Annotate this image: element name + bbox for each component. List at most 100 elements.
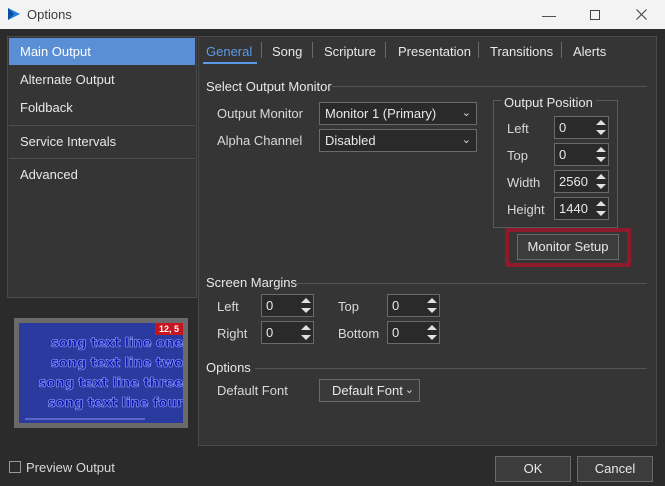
arrow-down-icon — [596, 130, 606, 135]
position-height-label: Height — [507, 202, 545, 217]
arrow-down-icon — [427, 335, 437, 340]
margin-top-spinbox[interactable]: 0 — [387, 294, 440, 317]
tab-divider — [385, 42, 386, 58]
position-left-label: Left — [507, 121, 529, 136]
nav-item-service-intervals[interactable]: Service Intervals — [9, 128, 195, 155]
nav-item-advanced[interactable]: Advanced — [9, 161, 195, 188]
position-left-spinbox[interactable]: 0 — [554, 116, 609, 139]
output-monitor-label: Output Monitor — [217, 106, 303, 121]
arrow-up-icon — [596, 147, 606, 152]
tab-alerts[interactable]: Alerts — [573, 44, 606, 62]
alpha-channel-select[interactable]: Disabled ⌄ — [319, 129, 477, 152]
arrow-down-icon — [596, 184, 606, 189]
minimize-icon: — — [542, 6, 556, 23]
spin-arrows[interactable] — [594, 199, 607, 218]
margin-left-spinbox[interactable]: 0 — [261, 294, 314, 317]
position-height-value: 1440 — [559, 201, 588, 216]
spin-arrows[interactable] — [594, 172, 607, 191]
margin-bottom-value: 0 — [392, 325, 400, 340]
margin-left-value: 0 — [266, 298, 274, 313]
section-divider — [255, 368, 647, 369]
default-font-label: Default Font — [217, 383, 288, 398]
arrow-up-icon — [596, 120, 606, 125]
section-divider — [332, 86, 647, 87]
position-width-value: 2560 — [559, 174, 588, 189]
arrow-down-icon — [596, 157, 606, 162]
position-height-spinbox[interactable]: 1440 — [554, 197, 609, 220]
spin-arrows[interactable] — [594, 145, 607, 164]
maximize-icon — [590, 9, 600, 20]
tab-divider — [312, 42, 313, 58]
position-width-spinbox[interactable]: 2560 — [554, 170, 609, 193]
tab-scripture[interactable]: Scripture — [324, 44, 376, 62]
margin-right-value: 0 — [266, 325, 274, 340]
nav-item-main-output[interactable]: Main Output — [9, 38, 195, 65]
alpha-channel-label: Alpha Channel — [217, 133, 303, 148]
tab-presentation[interactable]: Presentation — [398, 44, 471, 62]
monitor-setup-button[interactable]: Monitor Setup — [517, 234, 619, 260]
preview-output-checkbox[interactable] — [9, 461, 21, 473]
arrow-up-icon — [427, 325, 437, 330]
position-left-value: 0 — [559, 120, 567, 135]
preview-screen: song text line one song text line two so… — [19, 323, 183, 423]
default-font-value: Default Font — [332, 383, 403, 398]
minimize-button[interactable]: — — [526, 0, 572, 29]
spin-arrows[interactable] — [299, 296, 312, 315]
app-logo-icon — [8, 8, 20, 20]
nav-item-foldback[interactable]: Foldback — [9, 94, 195, 121]
arrow-down-icon — [301, 308, 311, 313]
preview-lyric-line: song text line four — [47, 395, 183, 412]
cancel-button[interactable]: Cancel — [577, 456, 653, 482]
spin-arrows[interactable] — [299, 323, 312, 342]
arrow-down-icon — [596, 211, 606, 216]
arrow-up-icon — [301, 325, 311, 330]
maximize-button[interactable] — [572, 0, 618, 29]
margin-top-label: Top — [338, 299, 359, 314]
options-nav: Main Output Alternate Output Foldback Se… — [7, 36, 197, 298]
spin-arrows[interactable] — [425, 323, 438, 342]
position-top-spinbox[interactable]: 0 — [554, 143, 609, 166]
preview-badge: 12, 5 — [154, 323, 183, 335]
close-button[interactable] — [618, 0, 664, 29]
nav-divider — [9, 125, 195, 126]
margin-top-value: 0 — [392, 298, 400, 313]
section-title: Screen Margins — [206, 275, 298, 290]
margin-left-label: Left — [217, 299, 239, 314]
preview-lyric-line: song text line three — [38, 375, 183, 392]
chevron-down-icon: ⌄ — [461, 134, 471, 146]
margin-right-spinbox[interactable]: 0 — [261, 321, 314, 344]
chevron-down-icon: ⌄ — [404, 384, 414, 396]
margin-right-label: Right — [217, 326, 248, 341]
output-monitor-value: Monitor 1 (Primary) — [325, 106, 437, 121]
arrow-up-icon — [427, 298, 437, 303]
chevron-down-icon: ⌄ — [461, 107, 471, 119]
active-tab-indicator — [203, 62, 257, 64]
alpha-channel-value: Disabled — [325, 133, 376, 148]
tab-transitions[interactable]: Transitions — [490, 44, 553, 62]
tab-divider — [261, 42, 262, 58]
position-width-label: Width — [507, 175, 541, 190]
output-preview: song text line one song text line two so… — [14, 318, 188, 428]
output-monitor-select[interactable]: Monitor 1 (Primary) ⌄ — [319, 102, 477, 125]
tab-general[interactable]: General — [206, 44, 252, 62]
preview-lyric-line: song text line two — [50, 355, 183, 372]
margin-bottom-spinbox[interactable]: 0 — [387, 321, 440, 344]
preview-output-label: Preview Output — [26, 460, 115, 475]
ok-button[interactable]: OK — [495, 456, 571, 482]
nav-divider — [9, 158, 195, 159]
arrow-up-icon — [596, 201, 606, 206]
preview-lyric-line: song text line one — [50, 335, 183, 352]
section-title: Options — [206, 360, 251, 375]
position-top-value: 0 — [559, 147, 567, 162]
section-title: Select Output Monitor — [206, 79, 332, 94]
default-font-button[interactable]: Default Font ⌄ — [319, 379, 420, 402]
tab-divider — [478, 42, 479, 58]
section-divider — [295, 283, 647, 284]
spin-arrows[interactable] — [425, 296, 438, 315]
arrow-up-icon — [301, 298, 311, 303]
spin-arrows[interactable] — [594, 118, 607, 137]
arrow-down-icon — [301, 335, 311, 340]
tab-song[interactable]: Song — [272, 44, 302, 62]
position-top-label: Top — [507, 148, 528, 163]
nav-item-alternate-output[interactable]: Alternate Output — [9, 66, 195, 93]
